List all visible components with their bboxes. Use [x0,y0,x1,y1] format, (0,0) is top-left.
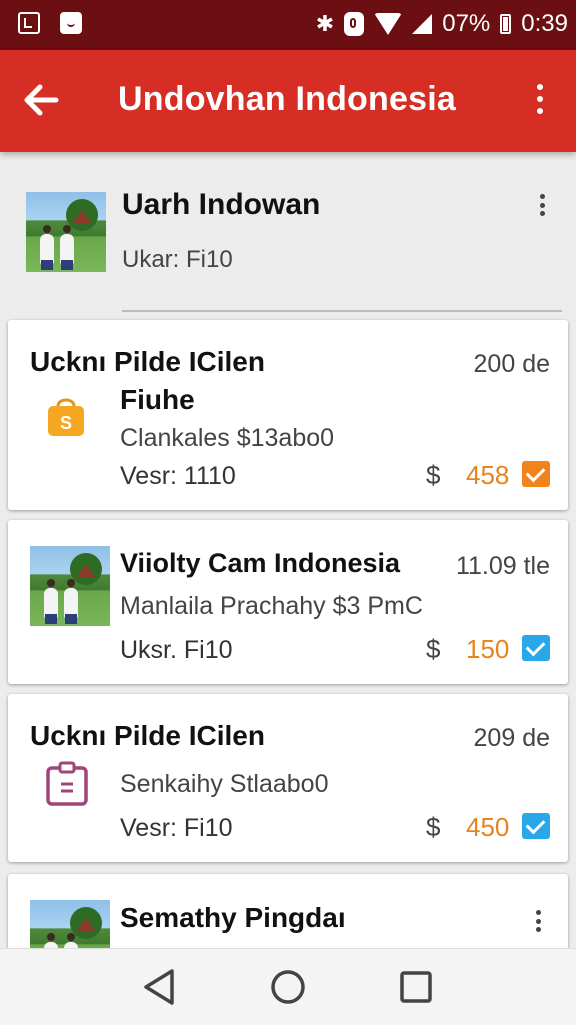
app-bar: Undovhan Indonesia [0,50,576,152]
nav-recents-button[interactable] [392,965,440,1009]
overflow-menu-button[interactable] [528,84,552,114]
profile-name: Uarh Indowan [122,188,321,221]
card-title: Viiolty Cam Indonesia [120,548,401,578]
page-title: Undovhan Indonesia [118,80,456,118]
battery-icon [500,14,512,34]
card-subtitle: Senkaihy Stlaabo0 [120,770,329,798]
message-notification-icon [60,12,82,34]
wifi-icon [374,13,403,35]
card-title: Semathy Pingdaı [120,902,346,933]
card-title-line2: Fiuhe [120,384,195,415]
card-price: 150 [466,634,510,664]
list-card[interactable]: Ucknı Pilde ICilen 200 de S Fiuhe Clanka… [8,320,568,510]
checkbox-checked[interactable] [522,635,550,661]
circle-home-icon [271,970,305,1004]
currency-symbol: $ [426,634,441,664]
item-photo [30,546,110,626]
alarm-icon [344,12,365,36]
card-price: 450 [466,812,510,842]
card-meta: Uksr. Fi10 [120,636,233,664]
currency-symbol: $ [426,812,441,842]
currency-symbol: $ [426,460,441,490]
back-button[interactable] [20,78,68,124]
checkbox-checked[interactable] [522,461,550,487]
card-meta: Vesr: Fi10 [120,814,233,842]
square-recents-icon [400,971,432,1003]
profile-menu-button[interactable] [530,194,554,216]
card-right-text: 11.09 tle [455,552,550,580]
card-title: Ucknı Pilde ICilen [30,720,265,751]
download-notification-icon [18,12,40,34]
card-right-text: 209 de [473,724,550,752]
card-subtitle: Manlaila Prachahy $3 PmC [120,592,423,620]
card-meta: Vesr: 1110 [120,462,236,490]
profile-subtitle: Ukar: Fi10 [122,246,233,273]
bluetooth-icon: ✱ [315,11,335,36]
card-price: 458 [466,460,510,490]
triangle-back-icon [144,969,174,1005]
checkbox-checked[interactable] [522,813,550,839]
card-title: Ucknı Pilde ICilen [30,346,265,377]
clock: 0:39 [521,10,568,37]
list-card[interactable]: Ucknı Pilde ICilen 209 de Senkaihy Stlaa… [8,694,568,862]
profile-photo [26,192,106,272]
list-card[interactable]: Viiolty Cam Indonesia 11.09 tle Manlaila… [8,520,568,684]
system-nav-bar [0,948,576,1025]
card-right-text: 200 de [473,350,550,378]
divider [122,310,562,312]
battery-percent: 07% [442,10,491,37]
nav-home-button[interactable] [264,965,312,1009]
cell-signal-icon [412,14,433,34]
svg-text:S: S [60,413,72,433]
profile-header: Uarh Indowan Ukar: Fi10 [0,176,576,296]
arrow-left-icon [24,84,59,116]
status-bar: ✱ 07% 0:39 [0,0,576,50]
clipboard-icon [46,761,88,806]
nav-back-button[interactable] [136,965,184,1009]
card-subtitle: Clankales $13abo0 [120,424,335,452]
card-menu-button[interactable] [526,910,550,932]
shopping-bag-icon: S [48,398,84,436]
